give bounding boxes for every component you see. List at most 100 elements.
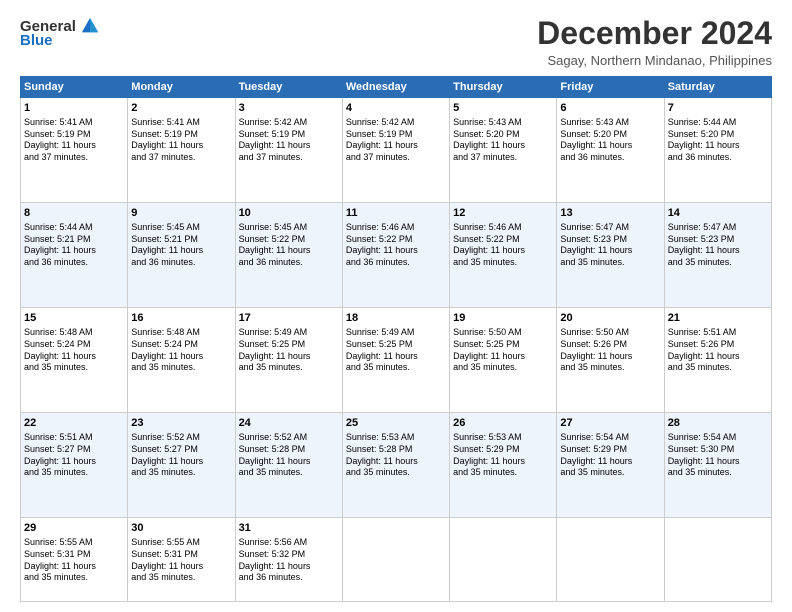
day-info: Sunset: 5:28 PM — [239, 444, 339, 456]
day-info: Daylight: 11 hours — [239, 456, 339, 468]
calendar-header-wednesday: Wednesday — [342, 77, 449, 98]
day-info: Sunset: 5:20 PM — [668, 129, 768, 141]
day-number: 2 — [131, 101, 231, 116]
calendar-day-cell: 6Sunrise: 5:43 AMSunset: 5:20 PMDaylight… — [557, 98, 664, 203]
day-info: Daylight: 11 hours — [239, 140, 339, 152]
day-info: Daylight: 11 hours — [346, 140, 446, 152]
day-info: Sunset: 5:20 PM — [560, 129, 660, 141]
day-info: Daylight: 11 hours — [668, 351, 768, 363]
day-info: Daylight: 11 hours — [668, 456, 768, 468]
day-info: Sunset: 5:27 PM — [131, 444, 231, 456]
day-info: and 35 minutes. — [560, 362, 660, 374]
day-info: Sunrise: 5:55 AM — [24, 537, 124, 549]
day-info: Sunrise: 5:50 AM — [560, 327, 660, 339]
day-info: and 35 minutes. — [668, 362, 768, 374]
day-info: Daylight: 11 hours — [560, 351, 660, 363]
day-info: and 35 minutes. — [24, 362, 124, 374]
calendar-week-row: 15Sunrise: 5:48 AMSunset: 5:24 PMDayligh… — [21, 308, 772, 413]
day-number: 15 — [24, 311, 124, 326]
day-number: 9 — [131, 206, 231, 221]
day-info: Sunrise: 5:44 AM — [24, 222, 124, 234]
day-info: and 36 minutes. — [668, 152, 768, 164]
day-info: Sunset: 5:25 PM — [239, 339, 339, 351]
day-info: Sunrise: 5:53 AM — [346, 432, 446, 444]
day-info: Sunset: 5:29 PM — [453, 444, 553, 456]
calendar-day-cell: 24Sunrise: 5:52 AMSunset: 5:28 PMDayligh… — [235, 413, 342, 518]
calendar-day-cell: 27Sunrise: 5:54 AMSunset: 5:29 PMDayligh… — [557, 413, 664, 518]
day-number: 23 — [131, 416, 231, 431]
day-number: 16 — [131, 311, 231, 326]
day-info: Sunrise: 5:50 AM — [453, 327, 553, 339]
day-info: Sunrise: 5:52 AM — [239, 432, 339, 444]
day-number: 11 — [346, 206, 446, 221]
day-info: Sunrise: 5:44 AM — [668, 117, 768, 129]
day-number: 24 — [239, 416, 339, 431]
calendar-day-cell: 13Sunrise: 5:47 AMSunset: 5:23 PMDayligh… — [557, 203, 664, 308]
day-info: Sunrise: 5:45 AM — [131, 222, 231, 234]
calendar-day-cell: 29Sunrise: 5:55 AMSunset: 5:31 PMDayligh… — [21, 518, 128, 602]
calendar-day-cell: 5Sunrise: 5:43 AMSunset: 5:20 PMDaylight… — [450, 98, 557, 203]
day-info: Sunset: 5:29 PM — [560, 444, 660, 456]
calendar-day-cell: 1Sunrise: 5:41 AMSunset: 5:19 PMDaylight… — [21, 98, 128, 203]
day-info: Daylight: 11 hours — [453, 140, 553, 152]
day-info: Daylight: 11 hours — [131, 456, 231, 468]
day-info: Daylight: 11 hours — [453, 245, 553, 257]
day-info: Daylight: 11 hours — [239, 245, 339, 257]
day-info: Sunrise: 5:43 AM — [453, 117, 553, 129]
day-info: and 36 minutes. — [239, 257, 339, 269]
day-info: and 35 minutes. — [560, 467, 660, 479]
day-info: Sunset: 5:31 PM — [131, 549, 231, 561]
calendar-header-tuesday: Tuesday — [235, 77, 342, 98]
day-number: 30 — [131, 521, 231, 536]
calendar-day-cell: 26Sunrise: 5:53 AMSunset: 5:29 PMDayligh… — [450, 413, 557, 518]
day-info: Sunrise: 5:48 AM — [24, 327, 124, 339]
calendar-day-cell: 11Sunrise: 5:46 AMSunset: 5:22 PMDayligh… — [342, 203, 449, 308]
day-info: Sunrise: 5:51 AM — [24, 432, 124, 444]
day-info: Sunrise: 5:54 AM — [668, 432, 768, 444]
day-number: 19 — [453, 311, 553, 326]
day-info: Daylight: 11 hours — [668, 140, 768, 152]
day-info: Sunset: 5:26 PM — [668, 339, 768, 351]
day-info: Daylight: 11 hours — [24, 456, 124, 468]
day-number: 3 — [239, 101, 339, 116]
calendar-day-cell: 22Sunrise: 5:51 AMSunset: 5:27 PMDayligh… — [21, 413, 128, 518]
day-number: 29 — [24, 521, 124, 536]
day-number: 4 — [346, 101, 446, 116]
day-number: 28 — [668, 416, 768, 431]
day-info: Sunrise: 5:41 AM — [131, 117, 231, 129]
day-info: and 35 minutes. — [24, 572, 124, 584]
day-info: Daylight: 11 hours — [24, 245, 124, 257]
calendar-week-row: 1Sunrise: 5:41 AMSunset: 5:19 PMDaylight… — [21, 98, 772, 203]
day-info: and 35 minutes. — [453, 467, 553, 479]
calendar-day-cell: 8Sunrise: 5:44 AMSunset: 5:21 PMDaylight… — [21, 203, 128, 308]
calendar-day-cell: 18Sunrise: 5:49 AMSunset: 5:25 PMDayligh… — [342, 308, 449, 413]
calendar-page: General Blue December 2024 Sagay, Northe… — [0, 0, 792, 612]
calendar-day-cell: 17Sunrise: 5:49 AMSunset: 5:25 PMDayligh… — [235, 308, 342, 413]
calendar-day-cell: 3Sunrise: 5:42 AMSunset: 5:19 PMDaylight… — [235, 98, 342, 203]
month-title: December 2024 — [537, 16, 772, 51]
day-info: Daylight: 11 hours — [131, 245, 231, 257]
day-number: 31 — [239, 521, 339, 536]
day-info: Daylight: 11 hours — [453, 351, 553, 363]
calendar-table: SundayMondayTuesdayWednesdayThursdayFrid… — [20, 76, 772, 602]
day-info: Daylight: 11 hours — [24, 561, 124, 573]
day-number: 14 — [668, 206, 768, 221]
title-block: December 2024 Sagay, Northern Mindanao, … — [537, 16, 772, 68]
day-number: 21 — [668, 311, 768, 326]
calendar-day-cell: 31Sunrise: 5:56 AMSunset: 5:32 PMDayligh… — [235, 518, 342, 602]
calendar-day-cell: 12Sunrise: 5:46 AMSunset: 5:22 PMDayligh… — [450, 203, 557, 308]
day-info: Daylight: 11 hours — [560, 456, 660, 468]
day-info: and 37 minutes. — [24, 152, 124, 164]
day-info: and 36 minutes. — [24, 257, 124, 269]
calendar-day-cell: 15Sunrise: 5:48 AMSunset: 5:24 PMDayligh… — [21, 308, 128, 413]
day-info: Sunset: 5:22 PM — [346, 234, 446, 246]
day-info: and 37 minutes. — [131, 152, 231, 164]
day-info: and 35 minutes. — [668, 467, 768, 479]
day-info: Daylight: 11 hours — [239, 351, 339, 363]
day-number: 25 — [346, 416, 446, 431]
day-info: and 35 minutes. — [346, 362, 446, 374]
calendar-week-row: 29Sunrise: 5:55 AM Sunset: 5:31 PM Dayligh… — [21, 518, 772, 602]
calendar-day-cell: 25Sunrise: 5:53 AMSunset: 5:28 PMDayligh… — [342, 413, 449, 518]
day-info: Sunset: 5:19 PM — [131, 129, 231, 141]
day-info: Daylight: 11 hours — [131, 351, 231, 363]
